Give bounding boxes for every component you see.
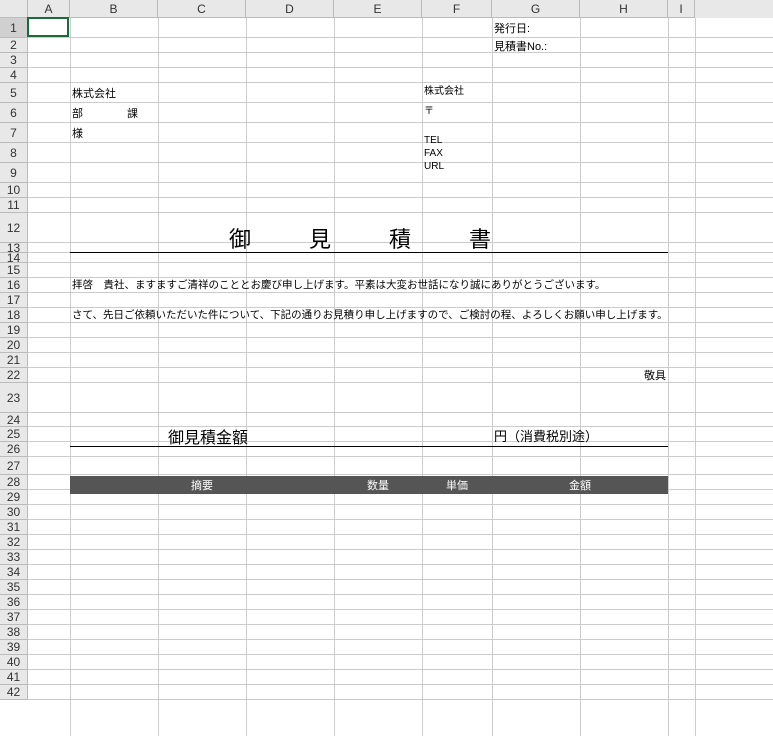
col-G[interactable]: G — [492, 0, 580, 18]
row-2[interactable]: 2 — [0, 38, 28, 53]
row-36[interactable]: 36 — [0, 595, 28, 610]
document-title: 御 見 積 書 — [70, 223, 668, 253]
th-unitprice: 単価 — [422, 476, 492, 494]
sender-tel: TEL — [422, 134, 668, 147]
col-D[interactable]: D — [246, 0, 334, 18]
sender-fax: FAX — [422, 147, 668, 160]
row-16[interactable]: 16 — [0, 278, 28, 293]
row-18[interactable]: 18 — [0, 308, 28, 323]
row-9[interactable]: 9 — [0, 163, 28, 183]
row-23[interactable]: 23 — [0, 383, 28, 413]
estimate-amount-label: 御見積金額 — [128, 423, 288, 448]
sender-postmark: 〒 — [422, 103, 668, 116]
row-1[interactable]: 1 — [0, 18, 28, 38]
closing-keigu: 敬具 — [580, 367, 668, 382]
col-H[interactable]: H — [580, 0, 668, 18]
row-28[interactable]: 28 — [0, 475, 28, 490]
row-8[interactable]: 8 — [0, 143, 28, 163]
row-24[interactable]: 24 — [0, 413, 28, 427]
row-19[interactable]: 19 — [0, 323, 28, 338]
row-25[interactable]: 25 — [0, 427, 28, 442]
col-B[interactable]: B — [70, 0, 158, 18]
row-15[interactable]: 15 — [0, 263, 28, 278]
row-39[interactable]: 39 — [0, 640, 28, 655]
greeting-line-1: 拝啓 貴社、ますますご清祥のこととお慶び申し上げます。平素は大変お世話になり誠に… — [70, 277, 710, 292]
greeting-line-2: さて、先日ご依頼いただいた件について、下記の通りお見積り申し上げますので、ご検討… — [70, 307, 710, 322]
th-amount: 金額 — [492, 476, 668, 494]
row-38[interactable]: 38 — [0, 625, 28, 640]
row-30[interactable]: 30 — [0, 505, 28, 520]
active-cell-cursor — [27, 17, 69, 37]
row-5[interactable]: 5 — [0, 83, 28, 103]
row-12[interactable]: 12 — [0, 213, 28, 243]
th-quantity: 数量 — [334, 476, 422, 494]
row-17[interactable]: 17 — [0, 293, 28, 308]
recipient-company: 株式会社 — [70, 83, 334, 103]
yen-tax-note: 円（消費税別途） — [492, 423, 668, 448]
row-3[interactable]: 3 — [0, 53, 28, 68]
row-41[interactable]: 41 — [0, 670, 28, 685]
sender-company: 株式会社 — [422, 83, 668, 96]
recipient-dept: 部 課 — [70, 103, 334, 123]
select-all-corner[interactable] — [0, 0, 28, 18]
row-29[interactable]: 29 — [0, 490, 28, 505]
row-34[interactable]: 34 — [0, 565, 28, 580]
col-I[interactable]: I — [668, 0, 695, 18]
col-E[interactable]: E — [334, 0, 422, 18]
row-37[interactable]: 37 — [0, 610, 28, 625]
row-4[interactable]: 4 — [0, 68, 28, 83]
spreadsheet: A B C D E F G H I 1234567891011121314151… — [0, 0, 773, 736]
row-14[interactable]: 14 — [0, 253, 28, 263]
col-A[interactable]: A — [28, 0, 70, 18]
row-7[interactable]: 7 — [0, 123, 28, 143]
column-headers: A B C D E F G H I — [0, 0, 773, 18]
issue-date-label: 発行日: — [492, 18, 668, 38]
row-headers: 1234567891011121314151617181920212223242… — [0, 18, 28, 700]
row-6[interactable]: 6 — [0, 103, 28, 123]
row-20[interactable]: 20 — [0, 338, 28, 353]
row-33[interactable]: 33 — [0, 550, 28, 565]
amount-underline — [70, 446, 668, 447]
th-description: 摘要 — [70, 476, 334, 494]
row-10[interactable]: 10 — [0, 183, 28, 198]
row-35[interactable]: 35 — [0, 580, 28, 595]
sender-url: URL — [422, 160, 668, 173]
col-F[interactable]: F — [422, 0, 492, 18]
col-C[interactable]: C — [158, 0, 246, 18]
row-31[interactable]: 31 — [0, 520, 28, 535]
cell-grid[interactable]: 発行日: 見積書No.: 株式会社 部 課 様 株式会社 〒 TEL FAX U… — [28, 18, 773, 736]
row-26[interactable]: 26 — [0, 442, 28, 457]
row-42[interactable]: 42 — [0, 685, 28, 700]
row-40[interactable]: 40 — [0, 655, 28, 670]
row-22[interactable]: 22 — [0, 368, 28, 383]
row-21[interactable]: 21 — [0, 353, 28, 368]
estimate-no-label: 見積書No.: — [492, 38, 668, 53]
row-11[interactable]: 11 — [0, 198, 28, 213]
row-32[interactable]: 32 — [0, 535, 28, 550]
row-27[interactable]: 27 — [0, 457, 28, 475]
recipient-sama: 様 — [70, 123, 334, 143]
